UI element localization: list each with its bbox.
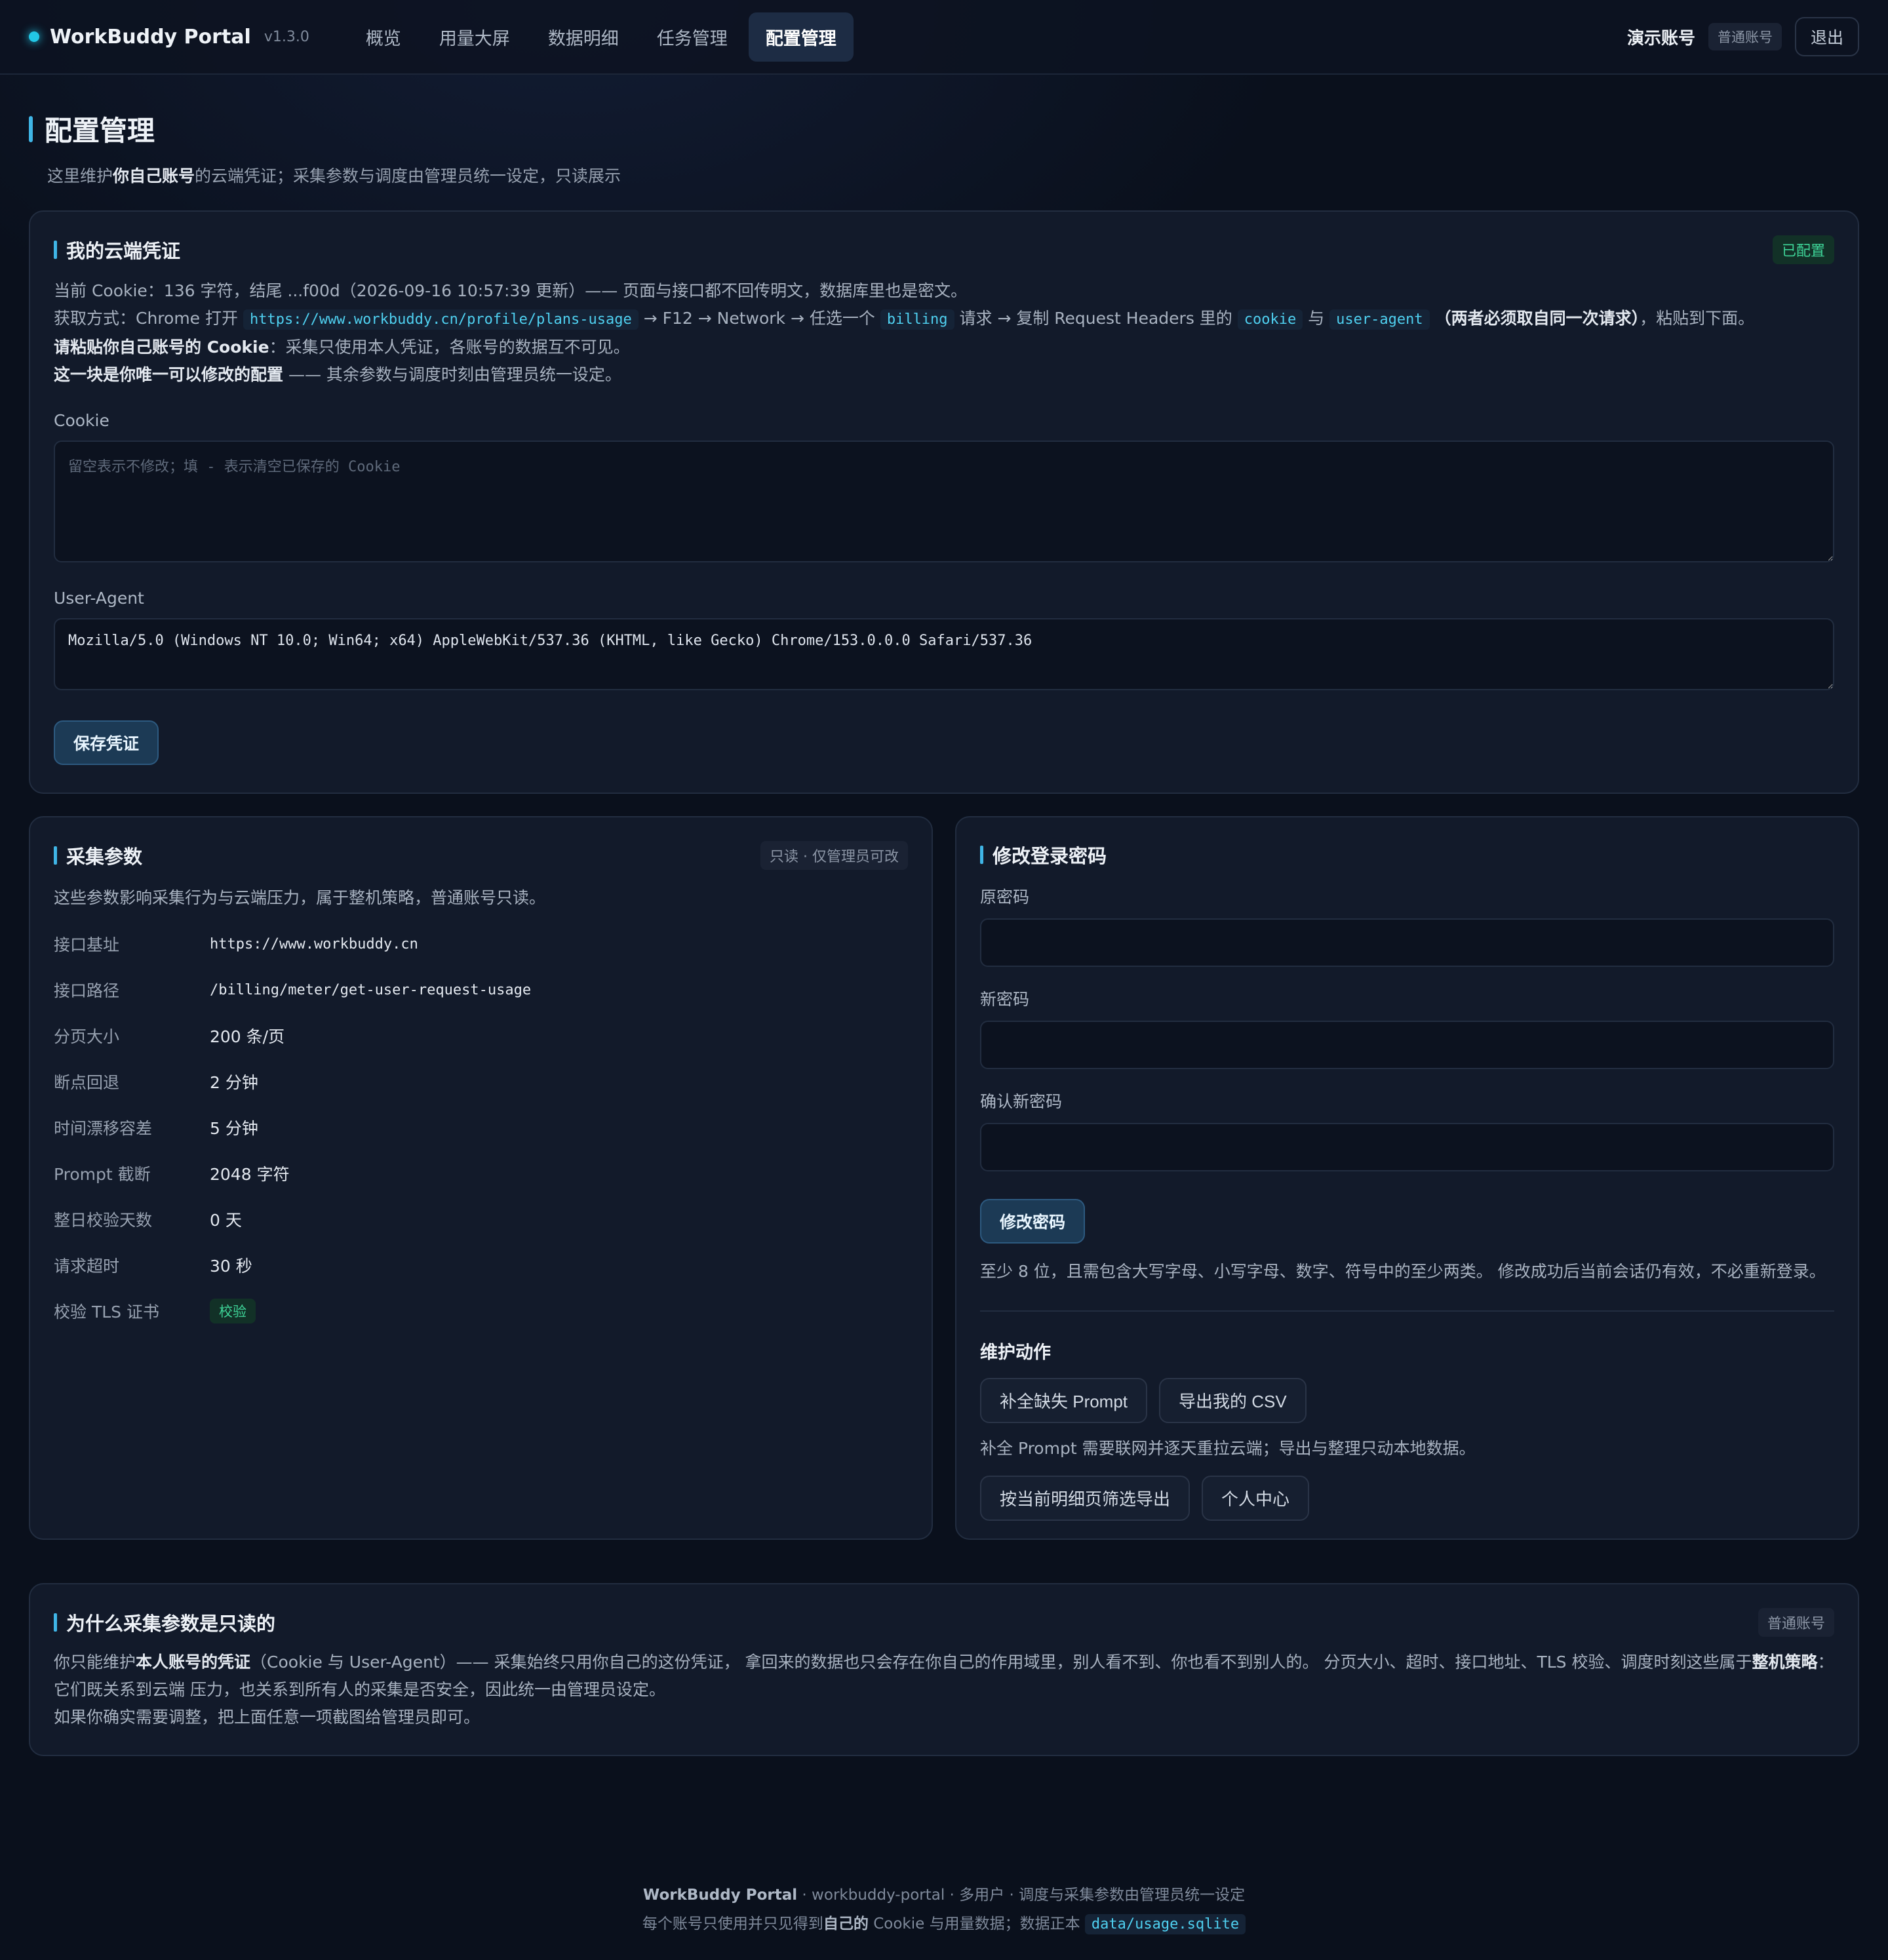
password-hint: 至少 8 位，且需包含大写字母、小写字母、数字、符号中的至少两类。 修改成功后当… xyxy=(980,1262,1826,1281)
page-content: 配置管理 这里维护你自己账号的云端凭证；采集参数与调度由管理员统一设定，只读展示… xyxy=(0,109,1888,1939)
page-title: 配置管理 xyxy=(45,115,155,147)
main-nav: 概览 用量大屏 数据明细 任务管理 配置管理 xyxy=(349,12,854,62)
card-accent-bar xyxy=(980,846,983,864)
maintenance-hint: 补全 Prompt 需要联网并逐天重拉云端；导出与整理只动本地数据。 xyxy=(980,1439,1476,1458)
param-prompt-truncate: 2048 字符 xyxy=(210,1165,290,1184)
billing-code: billing xyxy=(880,309,954,330)
user-agent-code: user-agent xyxy=(1329,309,1430,330)
filtered-export-button[interactable]: 按当前明细页筛选导出 xyxy=(980,1476,1190,1521)
user-role-badge: 普通账号 xyxy=(1708,23,1782,50)
credentials-card: 我的云端凭证 已配置 当前 Cookie：136 字符，结尾 ...f00d（2… xyxy=(29,210,1859,794)
footer-line-1: WorkBuddy Portal · workbuddy-portal · 多用… xyxy=(642,1887,1246,1904)
param-row: 分页大小 200 条/页 xyxy=(54,1013,908,1059)
plans-usage-url[interactable]: https://www.workbuddy.cn/profile/plans-u… xyxy=(243,309,639,330)
brand-name: WorkBuddy Portal xyxy=(50,25,251,49)
top-bar: WorkBuddy Portal v1.3.0 概览 用量大屏 数据明细 任务管… xyxy=(0,0,1888,75)
param-full-day-check: 0 天 xyxy=(210,1211,242,1230)
cookie-textarea[interactable] xyxy=(54,441,1834,562)
collect-params-title: 采集参数 xyxy=(66,846,143,868)
param-time-drift: 5 分钟 xyxy=(210,1119,258,1138)
current-user-name: 演示账号 xyxy=(1626,28,1695,49)
collect-params-desc: 这些参数影响采集行为与云端压力，属于整机策略，普通账号只读。 xyxy=(54,888,546,907)
cookie-own-account-line: 请粘贴你自己账号的 Cookie：采集只使用本人凭证，各账号的数据互不可见。 xyxy=(54,338,630,357)
confirm-password-label: 确认新密码 xyxy=(980,1092,1063,1111)
param-row: Prompt 截断 2048 字符 xyxy=(54,1150,908,1196)
param-checkpoint-rollback: 2 分钟 xyxy=(210,1073,258,1092)
collect-params-list: 接口基址 https://www.workbuddy.cn 接口路径/billin… xyxy=(54,921,908,1334)
collect-params-card: 采集参数 只读 · 仅管理员可改 这些参数影响采集行为与云端压力，属于整机策略，… xyxy=(29,816,933,1540)
cookie-label: Cookie xyxy=(54,411,109,430)
nav-data-details[interactable]: 数据明细 xyxy=(531,12,636,62)
brand-dot-icon xyxy=(29,31,39,42)
old-password-input[interactable] xyxy=(980,918,1834,967)
divider xyxy=(980,1310,1834,1312)
card-accent-bar xyxy=(54,1613,57,1632)
param-api-base: https://www.workbuddy.cn xyxy=(210,935,418,952)
user-agent-textarea[interactable]: Mozilla/5.0 (Windows NT 10.0; Win64; x64… xyxy=(54,618,1834,690)
param-row: 断点回退 2 分钟 xyxy=(54,1059,908,1105)
db-path-code: data/usage.sqlite xyxy=(1084,1914,1246,1934)
confirm-password-input[interactable] xyxy=(980,1123,1834,1171)
readonly-badge: 只读 · 仅管理员可改 xyxy=(760,841,908,870)
credentials-status-badge: 已配置 xyxy=(1772,235,1834,264)
nav-config-management[interactable]: 配置管理 xyxy=(748,12,854,62)
only-editable-line: 这一块是你唯一可以修改的配置 —— 其余参数与调度时刻由管理员统一设定。 xyxy=(54,365,621,384)
why-readonly-paragraph: 你只能维护本人账号的凭证（Cookie 与 User-Agent）—— 采集始终… xyxy=(54,1653,1834,1699)
page-header: 配置管理 xyxy=(29,109,1859,149)
param-page-size: 200 条/页 xyxy=(210,1027,285,1046)
old-password-label: 原密码 xyxy=(980,888,1030,907)
tls-verify-badge: 校验 xyxy=(210,1299,256,1323)
cookie-howto-line: 获取方式：Chrome 打开 https://www.workbuddy.cn/… xyxy=(54,305,1834,334)
credentials-title: 我的云端凭证 xyxy=(66,240,181,262)
app-version: v1.3.0 xyxy=(264,28,309,45)
user-agent-label: User-Agent xyxy=(54,589,144,608)
page-subtitle: 这里维护你自己账号的云端凭证；采集参数与调度由管理员统一设定，只读展示 xyxy=(47,167,621,186)
export-csv-button[interactable]: 导出我的 CSV xyxy=(1159,1378,1307,1423)
maintenance-title: 维护动作 xyxy=(980,1343,1051,1363)
change-password-button[interactable]: 修改密码 xyxy=(980,1199,1086,1244)
fill-missing-prompt-button[interactable]: 补全缺失 Prompt xyxy=(980,1378,1148,1423)
footer-line-2: 每个账号只使用并只见得到自己的 Cookie 与用量数据；数据正本 data/u… xyxy=(29,1910,1859,1939)
nav-usage-dashboard[interactable]: 用量大屏 xyxy=(422,12,527,62)
card-accent-bar xyxy=(54,846,57,865)
param-row: 接口基址 https://www.workbuddy.cn xyxy=(54,935,418,954)
new-password-input[interactable] xyxy=(980,1021,1834,1069)
footer: WorkBuddy Portal · workbuddy-portal · 多用… xyxy=(29,1881,1859,1939)
param-row: 整日校验天数 0 天 xyxy=(54,1196,908,1242)
param-api-path: /billing/meter/get-user-request-usage xyxy=(210,981,532,998)
new-password-label: 新密码 xyxy=(980,990,1030,1009)
card-accent-bar xyxy=(54,241,57,259)
param-row: 接口路径/billing/meter/get-user-request-usag… xyxy=(54,981,532,1000)
save-credentials-button[interactable]: 保存凭证 xyxy=(54,720,159,765)
why-readonly-note: 如果你确实需要调整，把上面任意一项截图给管理员即可。 xyxy=(54,1708,481,1727)
nav-overview[interactable]: 概览 xyxy=(349,12,418,62)
cookie-code: cookie xyxy=(1237,309,1303,330)
password-title: 修改登录密码 xyxy=(993,845,1107,867)
why-readonly-title: 为什么采集参数是只读的 xyxy=(66,1613,276,1635)
param-request-timeout: 30 秒 xyxy=(210,1257,252,1276)
password-card: 修改登录密码 原密码 新密码 确认新密码 修改密码 至少 8 位，且需包含大写字… xyxy=(955,816,1859,1540)
param-row: 请求超时 30 秒 xyxy=(54,1242,908,1288)
param-row: 校验 TLS 证书 校验 xyxy=(54,1288,908,1334)
profile-center-button[interactable]: 个人中心 xyxy=(1202,1476,1310,1521)
logout-button[interactable]: 退出 xyxy=(1794,17,1859,56)
why-readonly-card: 为什么采集参数是只读的 普通账号 你只能维护本人账号的凭证（Cookie 与 U… xyxy=(29,1583,1859,1756)
title-accent-bar xyxy=(29,115,33,142)
cookie-status-line: 当前 Cookie：136 字符，结尾 ...f00d（2026-09-16 1… xyxy=(54,281,968,300)
brand[interactable]: WorkBuddy Portal v1.3.0 xyxy=(29,26,309,49)
param-row: 时间漂移容差 5 分钟 xyxy=(54,1105,908,1150)
nav-task-management[interactable]: 任务管理 xyxy=(640,12,745,62)
account-type-badge: 普通账号 xyxy=(1758,1608,1834,1637)
